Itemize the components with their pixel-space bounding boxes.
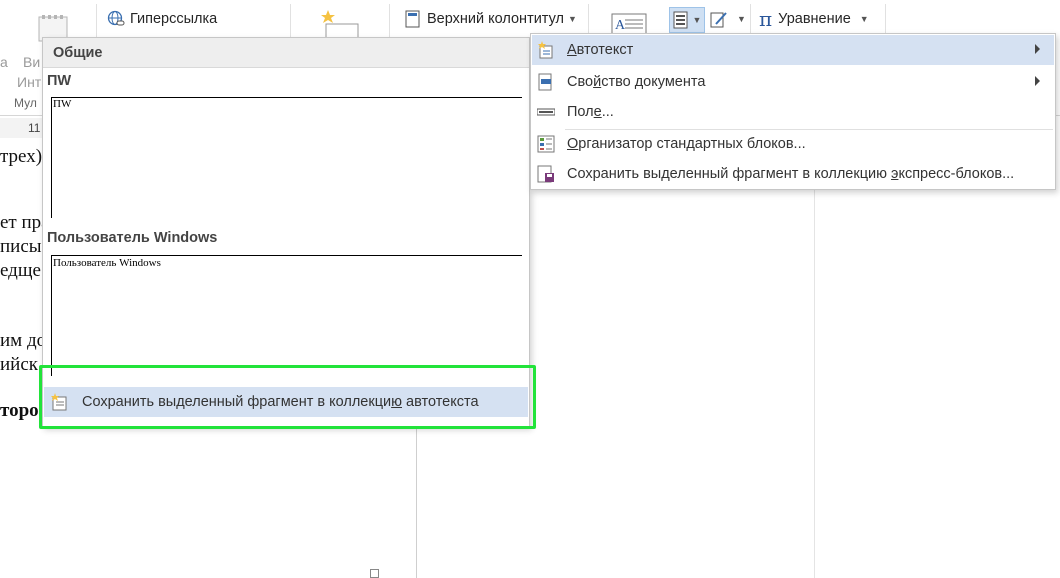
label-part: ство документа [601,74,706,90]
ruler-value: 11 [28,121,41,135]
access-key: й [593,74,602,90]
document-text: трех) [0,146,43,167]
menu-item-label: Свойство документа [567,74,705,90]
equation-label: Уравнение [778,11,851,27]
autotext-gallery: Общие ПW ПW Пользователь Windows Пользов… [42,37,530,427]
hyperlink-label: Гиперссылка [130,11,218,27]
menu-item-save-to-quick-parts[interactable]: Сохранить выделенный фрагмент в коллекци… [532,159,1054,189]
signature-line-button[interactable]: ▼ [710,7,746,31]
quick-parts-icon [673,11,689,29]
access-key: О [567,136,579,152]
menu-item-autotext[interactable]: Автотекст [532,35,1054,65]
autotext-save-icon [50,392,70,412]
submenu-arrow-icon [1035,76,1040,86]
label-part: кспресс-блоков... [898,166,1015,182]
submenu-arrow-icon [1035,44,1040,54]
svg-text:A: A [615,18,626,33]
hyperlink-button[interactable]: Гиперссылка [107,7,217,31]
label-part: Сохранить выделенный фрагмент в коллекци… [567,166,892,182]
access-key: А [567,42,577,58]
save-selection-label: Сохранить выделенный фрагмент в коллекци… [82,394,479,410]
document-property-icon [537,73,555,91]
entry-preview-border [51,255,52,376]
header-label: Верхний колонтитул [427,11,565,27]
header-button[interactable]: Верхний колонтитул ▼ [404,7,577,31]
save-selection-to-autotext-button[interactable]: Сохранить выделенный фрагмент в коллекци… [44,387,528,417]
gallery-entry-preview: ПW [53,98,72,110]
gallery-entry[interactable]: Пользователь Windows Пользователь Window… [43,226,529,386]
menu-item-building-blocks-organizer[interactable]: Организатор стандартных блоков... [532,129,1054,159]
document-text: торо [0,400,39,421]
document-text: писы [0,236,42,257]
media-group-label: Мул [14,96,37,110]
document-text: едще [0,260,41,281]
chevron-down-icon: ▼ [859,14,869,24]
pi-icon: π [759,7,773,31]
menu-item-label: Автотекст [567,42,633,58]
chevron-down-icon: ▼ [692,15,702,25]
quick-parts-menu: Автотекст Свойство документа Поле... Орг… [530,33,1056,190]
chevron-down-icon: ▼ [737,14,746,24]
menu-item-label: Организатор стандартных блоков... [567,136,806,152]
globe-link-icon [107,10,125,28]
gallery-entry[interactable]: ПW ПW [43,69,529,229]
gallery-category-header: Общие [43,38,529,68]
ribbon-partial-label: а [0,54,8,70]
layout-handle[interactable] [370,569,379,578]
online-video-label-1[interactable]: Ви [23,54,40,70]
menu-item-field[interactable]: Поле... [532,97,1054,127]
access-key: ю [391,394,402,410]
gallery-entry-title: Пользователь Windows [47,230,218,246]
label-part: Сво [567,74,594,90]
entry-preview-border [51,255,522,256]
equation-button[interactable]: π Уравнение ▼ [759,7,869,31]
gallery-entry-preview: Пользователь Windows [53,257,161,269]
menu-item-document-property[interactable]: Свойство документа [532,67,1054,97]
page-header-icon [404,10,422,28]
entry-preview-border [51,97,52,218]
entry-preview-border [51,97,522,98]
quick-parts-button[interactable]: ▼ [669,7,705,33]
document-text: им до [0,330,47,351]
chevron-down-icon: ▼ [568,14,577,24]
label-part: автотекста [402,394,479,410]
document-text: ийск [0,354,38,375]
label-part: Сохранить выделенный фрагмент в коллекци [82,394,392,410]
gallery-entry-title: ПW [47,73,72,89]
field-icon [536,103,556,121]
access-key: е [593,104,602,120]
comment-new-icon[interactable] [320,8,360,39]
signature-pen-icon [710,10,728,28]
label-part: рганизатор стандартных блоков... [578,136,806,152]
label-part: втотекст [576,42,634,58]
building-blocks-icon [537,135,555,153]
menu-item-label: Сохранить выделенный фрагмент в коллекци… [567,166,1014,182]
label-part: Пол [567,104,594,120]
menu-item-label: Поле... [567,104,614,120]
online-video-label-2[interactable]: Инт [17,74,41,90]
label-part: ... [601,104,614,120]
autotext-icon [537,41,555,59]
save-quick-part-icon [537,165,555,183]
